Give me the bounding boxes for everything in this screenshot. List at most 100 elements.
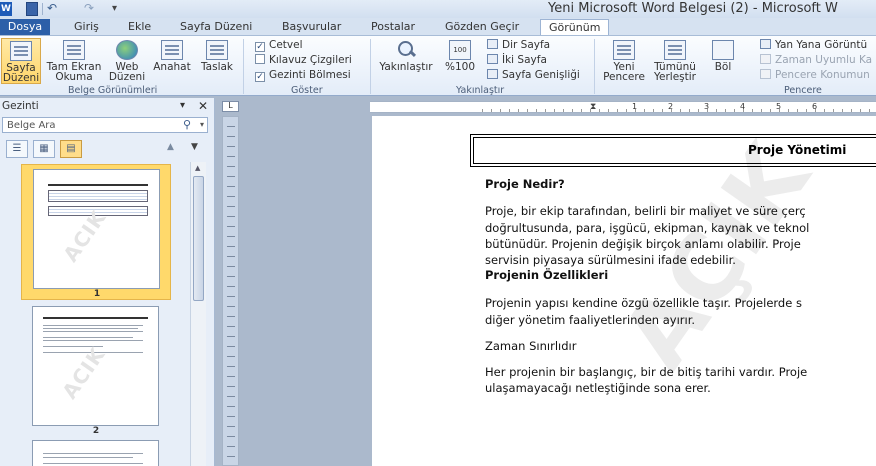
navigation-pane: Gezinti ▾ ✕ Belge Ara ⚲ ▾ ☰ ▦ ▤ ▲ ▼ ACIK… — [0, 98, 215, 466]
print-layout-label-2: Düzeni — [2, 72, 40, 84]
heading-text: Projenin Özellikleri — [485, 268, 609, 282]
full-screen-reading-button[interactable]: Tam Ekran Okuma — [44, 38, 104, 82]
zoom-button[interactable]: Yakınlaştır — [376, 38, 436, 72]
tab-basvurular[interactable]: Başvurular — [282, 19, 341, 35]
web-layout-button[interactable]: Web Düzeni — [106, 38, 148, 82]
web-layout-label-2: Düzeni — [108, 71, 146, 83]
page-thumbnail-image: ACIK — [32, 306, 159, 426]
new-window-icon — [613, 40, 635, 60]
tab-sayfa-duzeni[interactable]: Sayfa Düzeni — [180, 19, 252, 35]
tab-results[interactable]: ▤ — [60, 140, 82, 158]
page-width-label: Sayfa Genişliği — [502, 69, 580, 81]
gridlines-checkbox[interactable]: Kılavuz Çizgileri — [255, 54, 352, 66]
previous-result-icon[interactable]: ▲ — [167, 142, 174, 152]
outline-button[interactable]: Anahat — [151, 38, 193, 72]
zoom-100-button[interactable]: 100 %100 — [442, 38, 478, 72]
one-page-button[interactable]: Dir Sayfa — [487, 39, 550, 51]
page-thumbnail[interactable]: ACIK 1 — [21, 164, 171, 300]
search-options-icon[interactable]: ▾ — [200, 119, 204, 130]
tab-headings[interactable]: ☰ — [6, 140, 28, 158]
paragraph-line: ulaşamayacağı netleştiğinde sona erer. — [485, 381, 711, 395]
horizontal-ruler[interactable]: ⧗ 1 2 3 4 5 6 — [370, 101, 876, 113]
tab-selector-button[interactable]: L — [222, 101, 239, 112]
arrange-all-button[interactable]: Tümünü Yerleştir — [650, 38, 700, 82]
ruler-mark: 3 — [704, 102, 710, 111]
next-result-icon[interactable]: ▼ — [191, 142, 198, 152]
page-thumbnail-image — [32, 440, 159, 466]
ruler-mark: 6 — [812, 102, 818, 111]
ruler-mark: 2 — [668, 102, 674, 111]
new-window-label-2: Pencere — [603, 71, 645, 83]
nav-pane-menu-icon[interactable]: ▾ — [180, 100, 185, 111]
redo-icon[interactable]: ↷ — [84, 2, 98, 16]
tab-gorunum[interactable]: Görünüm — [540, 19, 610, 36]
print-layout-button[interactable]: Sayfa Düzeni — [1, 38, 41, 84]
ruler-mark: 5 — [776, 102, 782, 111]
sync-scroll-button[interactable]: Zaman Uyumlu Ka — [760, 54, 872, 66]
group-label-goster: Göster — [291, 85, 323, 96]
tab-pages[interactable]: ▦ — [33, 140, 55, 158]
draft-button[interactable]: Taslak — [197, 38, 237, 72]
arrange-all-icon — [664, 40, 686, 60]
reset-position-icon — [760, 69, 771, 79]
gridlines-check-box[interactable] — [255, 54, 265, 64]
tab-postalar[interactable]: Postalar — [371, 19, 415, 35]
search-placeholder: Belge Ara — [7, 120, 56, 131]
sync-scroll-label: Zaman Uyumlu Ka — [775, 54, 873, 66]
vertical-ruler[interactable] — [222, 116, 239, 466]
window-title: Yeni Microsoft Word Belgesi (2) - Micros… — [548, 1, 838, 16]
group-label-yakinlastir: Yakınlaştır — [456, 85, 505, 96]
page-layout-icon — [10, 41, 32, 61]
split-button[interactable]: Böl — [706, 38, 740, 72]
page-width-icon — [487, 69, 498, 79]
page-number: 1 — [93, 289, 101, 299]
ruler-checkbox[interactable]: ✓ Cetvel — [255, 39, 303, 52]
paragraph-line: Proje, bir ekip tarafından, belirli bir … — [485, 204, 806, 218]
paragraph-line: servisin piyasaya sürülmesini ifade edeb… — [485, 253, 736, 267]
nav-pane-checkbox[interactable]: ✓ Gezinti Bölmesi — [255, 69, 351, 82]
scroll-up-icon[interactable]: ▲ — [195, 164, 200, 172]
scrollbar-thumb[interactable] — [193, 176, 204, 301]
group-separator — [594, 39, 595, 94]
reset-position-button[interactable]: Pencere Konumun — [760, 69, 870, 81]
document-search-input[interactable]: Belge Ara ⚲ ▾ — [2, 117, 208, 133]
nav-pane-check-box[interactable]: ✓ — [255, 72, 265, 82]
document-title: Proje Yönetimi — [748, 143, 847, 157]
page-thumbnail-image: ACIK — [33, 169, 160, 289]
tab-giris[interactable]: Giriş — [74, 19, 99, 35]
page-thumbnail[interactable] — [21, 436, 171, 466]
qat-separator — [42, 3, 43, 15]
outline-label: Anahat — [153, 61, 191, 73]
side-by-side-icon — [760, 39, 771, 49]
two-pages-button[interactable]: İki Sayfa — [487, 54, 547, 66]
save-icon[interactable] — [26, 2, 38, 16]
tab-dosya[interactable]: Dosya — [0, 19, 50, 35]
ruler-label: Cetvel — [269, 39, 303, 51]
outline-icon — [161, 40, 183, 60]
paragraph-line: Her projenin bir başlangıç, bir de bitiş… — [485, 365, 808, 379]
side-by-side-button[interactable]: Yan Yana Görüntü — [760, 39, 867, 51]
nav-pane-close-icon[interactable]: ✕ — [198, 99, 208, 113]
nav-pane-title: Gezinti — [2, 100, 39, 112]
page-width-button[interactable]: Sayfa Genişliği — [487, 69, 580, 81]
subheading-text: Zaman Sınırlıdır — [485, 339, 577, 353]
customize-qat-icon[interactable]: ▾ — [112, 2, 122, 16]
document-page[interactable]: AÇIK Proje Yönetimi Proje Nedir? Proje, … — [372, 116, 876, 466]
indent-marker-icon[interactable]: ⧗ — [590, 102, 596, 112]
page-thumbnails: ACIK 1 ACIK 2 — [0, 162, 190, 466]
gridlines-label: Kılavuz Çizgileri — [269, 54, 352, 66]
search-icon[interactable]: ⚲ — [183, 119, 191, 130]
zoom-label: Yakınlaştır — [379, 61, 433, 73]
word-logo-icon[interactable]: W — [0, 2, 12, 16]
ruler-check-box[interactable]: ✓ — [255, 42, 265, 52]
paragraph-line: Projenin yapısı kendine özgü özellikle t… — [485, 296, 802, 310]
zoom-100-icon: 100 — [449, 40, 471, 60]
thumbnail-scrollbar[interactable]: ▲ — [190, 162, 206, 466]
ruler-ticks — [227, 117, 235, 465]
tab-ekle[interactable]: Ekle — [128, 19, 151, 35]
undo-icon[interactable]: ↶ — [47, 2, 61, 16]
zoom-100-label: %100 — [444, 61, 476, 73]
tab-gozden-gecir[interactable]: Gözden Geçir — [445, 19, 519, 35]
page-thumbnail[interactable]: ACIK 2 — [21, 302, 171, 438]
new-window-button[interactable]: Yeni Pencere — [602, 38, 646, 82]
